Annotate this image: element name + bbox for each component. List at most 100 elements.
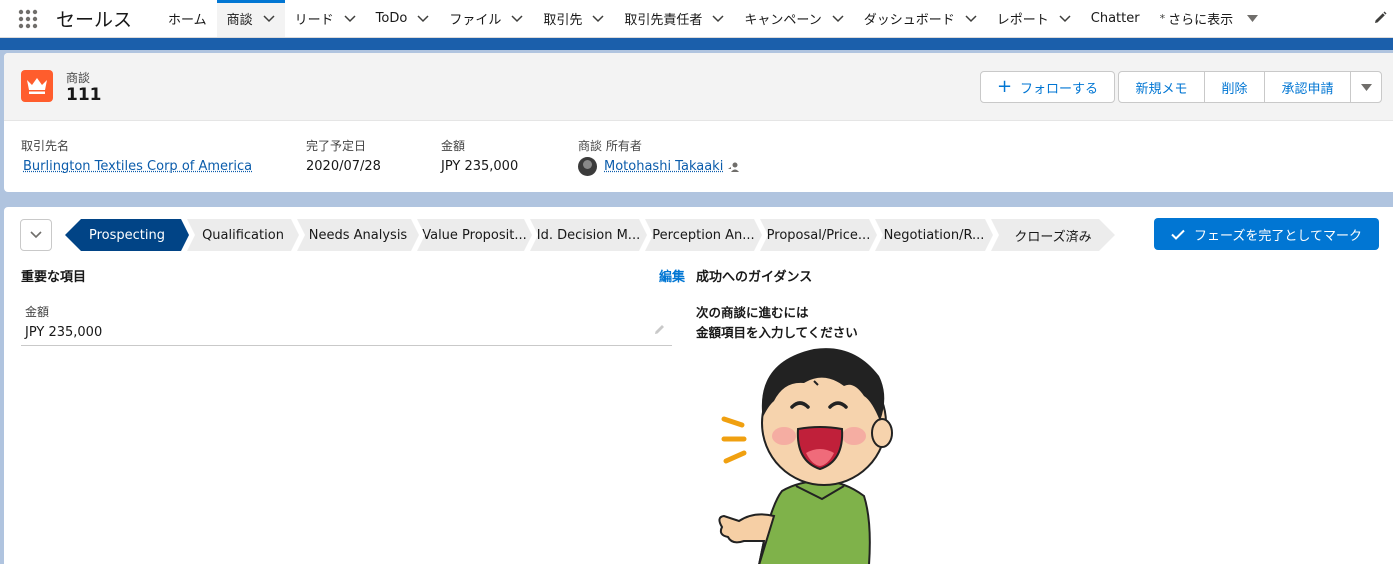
- nav-tab-5[interactable]: 取引先: [533, 0, 614, 37]
- field-value: JPY 235,000: [441, 159, 519, 174]
- delete-button[interactable]: 削除: [1204, 71, 1265, 103]
- path-stage-label: Id. Decision M...: [536, 227, 641, 243]
- new-note-button[interactable]: 新規メモ: [1118, 71, 1205, 103]
- plus-icon: +: [996, 76, 1013, 97]
- nav-tab-6[interactable]: 取引先責任者: [614, 0, 734, 37]
- chevron-down-icon: [30, 231, 42, 239]
- nav-tab-0[interactable]: ホーム: [158, 0, 217, 37]
- path-stage-0[interactable]: Prospecting: [65, 219, 189, 251]
- path-stage-5[interactable]: Perception An...: [645, 219, 762, 251]
- path-stage-label: Proposal/Price...: [766, 227, 871, 243]
- edit-key-fields-link[interactable]: 編集: [659, 266, 685, 285]
- field-owner: 商談 所有者 Motohashi Takaaki: [578, 137, 741, 176]
- guidance-illustration: [704, 341, 904, 564]
- account-link[interactable]: Burlington Textiles Corp of America: [23, 159, 252, 174]
- change-owner-icon[interactable]: [727, 160, 741, 174]
- nav-tab-2[interactable]: リード: [285, 0, 366, 37]
- follow-button[interactable]: + フォローする: [980, 71, 1115, 103]
- object-type-label: 商談: [66, 71, 91, 85]
- nav-tab-label: ホーム: [168, 13, 207, 28]
- path-stage-8[interactable]: クローズ済み: [991, 219, 1115, 251]
- field-account-name: 取引先名 Burlington Textiles Corp of America: [21, 137, 252, 174]
- chevron-down-icon[interactable]: [592, 14, 604, 23]
- field-label: 取引先名: [21, 139, 70, 153]
- caret-down-icon: [1360, 83, 1372, 91]
- path-stage-label: Needs Analysis: [308, 227, 408, 243]
- checkmark-icon: [1171, 229, 1185, 240]
- app-name: セールス: [56, 9, 133, 31]
- field-value: 2020/07/28: [306, 159, 381, 174]
- nav-tab-label: ダッシュボード: [863, 13, 955, 28]
- app-launcher-icon[interactable]: [0, 0, 56, 37]
- mark-stage-complete-button[interactable]: フェーズを完了としてマーク: [1154, 218, 1379, 250]
- more-actions-button[interactable]: [1350, 71, 1382, 103]
- nav-tab-3[interactable]: ToDo: [366, 0, 440, 37]
- record-name: 111: [66, 85, 102, 105]
- more-label: さらに表示: [1168, 13, 1234, 28]
- path-stage-1[interactable]: Qualification: [187, 219, 299, 251]
- field-close-date: 完了予定日 2020/07/28: [306, 137, 381, 174]
- owner-row: Motohashi Takaaki: [578, 157, 741, 176]
- nav-tab-label: キャンペーン: [744, 13, 822, 28]
- chevron-down-icon[interactable]: [1059, 14, 1071, 23]
- guidance-line-2: 金額項目を入力してください: [696, 325, 858, 340]
- key-field-amount: 金額 JPY 235,000: [21, 301, 672, 346]
- field-label: 完了予定日: [306, 139, 367, 153]
- nav-tab-10[interactable]: Chatter: [1081, 0, 1150, 37]
- sales-path: Prospecting Qualification Needs Analysis Va…: [65, 219, 1131, 251]
- nav-tab-label: 取引先: [543, 13, 583, 28]
- nav-tab-7[interactable]: キャンペーン: [734, 0, 853, 37]
- key-field-label: 金額: [25, 305, 50, 319]
- nav-tab-8[interactable]: ダッシュボード: [854, 0, 987, 37]
- field-amount: 金額 JPY 235,000: [441, 137, 518, 174]
- nav-tab-label: Chatter: [1090, 11, 1140, 26]
- guidance-line-1: 次の商談に進むには: [696, 305, 809, 320]
- nav-more-menu[interactable]: * さらに表示: [1150, 0, 1269, 37]
- path-toggle-button[interactable]: [20, 219, 52, 251]
- path-stage-label: Prospecting: [89, 227, 165, 243]
- path-stage-label: Qualification: [202, 227, 284, 243]
- mark-stage-label: フェーズを完了としてマーク: [1194, 228, 1362, 244]
- path-stage-4[interactable]: Id. Decision M...: [530, 219, 647, 251]
- key-fields-title: 重要な項目: [21, 270, 87, 285]
- more-star: *: [1159, 12, 1166, 25]
- path-stage-3[interactable]: Value Proposit...: [417, 219, 532, 251]
- guidance-body: 次の商談に進むには 金額項目を入力してください: [696, 303, 858, 343]
- chevron-down-icon[interactable]: [832, 14, 844, 23]
- header-band: [0, 38, 1393, 50]
- follow-label: フォローする: [1020, 81, 1099, 97]
- path-stage-2[interactable]: Needs Analysis: [297, 219, 419, 251]
- approval-button[interactable]: 承認申請: [1264, 71, 1351, 103]
- path-stage-6[interactable]: Proposal/Price...: [760, 219, 877, 251]
- path-stage-7[interactable]: Negotiation/R...: [875, 219, 993, 251]
- edit-nav-pencil-icon[interactable]: [1373, 11, 1387, 29]
- guidance-title: 成功へのガイダンス: [696, 270, 813, 285]
- chevron-down-icon[interactable]: [263, 14, 275, 23]
- record-header: 商談 111 + フォローする 新規メモ 削除 承認申請 取引先名 Burlin…: [4, 53, 1393, 192]
- chevron-down-icon[interactable]: [965, 14, 977, 23]
- nav-tab-label: ToDo: [375, 11, 408, 26]
- chevron-down-icon[interactable]: [344, 14, 356, 23]
- chevron-down-icon[interactable]: [417, 14, 429, 23]
- chevron-down-icon[interactable]: [712, 14, 724, 23]
- nav-tab-label: レポート: [996, 13, 1049, 28]
- field-label: 商談 所有者: [578, 139, 642, 153]
- pencil-icon[interactable]: [654, 323, 666, 335]
- nav-tab-9[interactable]: レポート: [987, 0, 1081, 37]
- key-field-value: JPY 235,000: [25, 325, 103, 340]
- chevron-down-icon[interactable]: [511, 14, 523, 23]
- caret-down-icon: [1247, 14, 1259, 23]
- owner-avatar: [578, 157, 597, 176]
- nav-tab-label: 商談: [226, 13, 253, 28]
- main-card: Prospecting Qualification Needs Analysis Va…: [4, 207, 1393, 564]
- field-label: 金額: [441, 139, 466, 153]
- nav-tab-label: 取引先責任者: [624, 13, 703, 28]
- nav-tab-4[interactable]: ファイル: [439, 0, 533, 37]
- record-header-top: 商談 111 + フォローする 新規メモ 削除 承認申請: [4, 53, 1393, 121]
- nav-tab-label: リード: [294, 13, 334, 28]
- action-button-group: 新規メモ 削除 承認申請: [1118, 71, 1382, 103]
- nav-tab-1[interactable]: 商談: [216, 0, 285, 37]
- path-stage-label: Perception An...: [652, 227, 755, 243]
- owner-link[interactable]: Motohashi Takaaki: [604, 159, 723, 174]
- path-stage-label: Negotiation/R...: [883, 227, 985, 243]
